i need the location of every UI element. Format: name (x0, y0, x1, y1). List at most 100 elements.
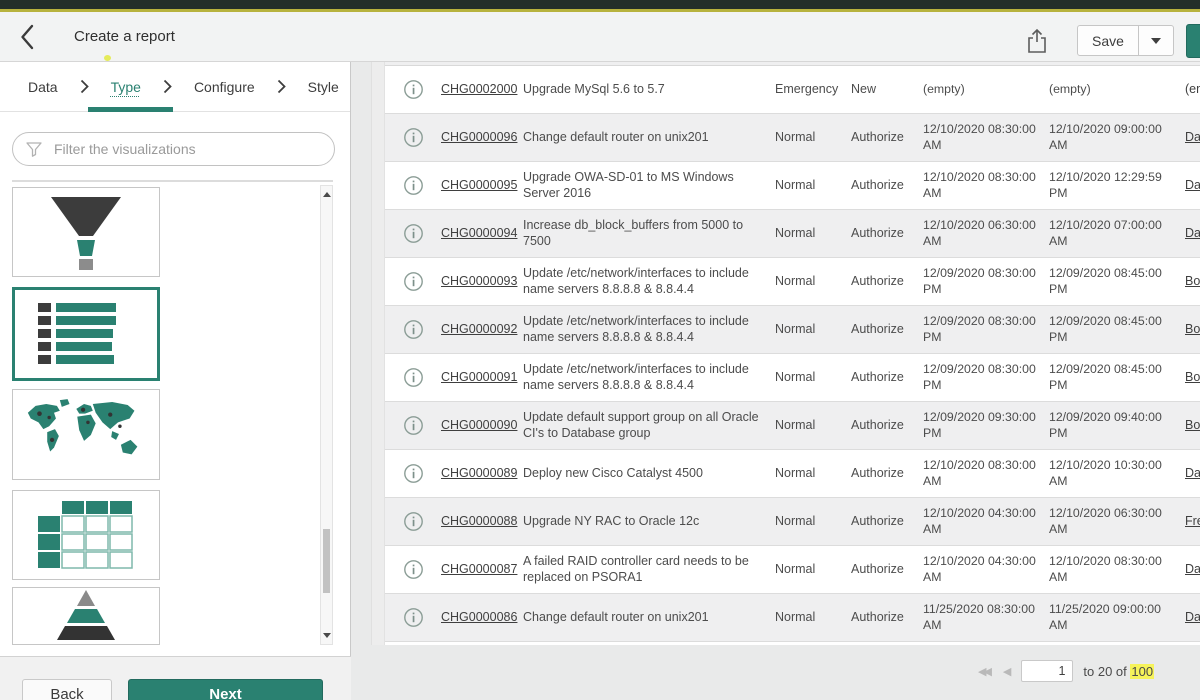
change-number-link[interactable]: CHG0000095 (441, 178, 517, 192)
wizard-footer: Back Next (0, 656, 351, 700)
short-description: Change default router on unix201 (523, 610, 775, 626)
planned-end-date: 11/25/2020 09:00:00 AM (1049, 602, 1185, 633)
short-description: Update /etc/network/interfaces to includ… (523, 362, 775, 393)
viz-thumbnail-funnel[interactable] (12, 187, 160, 277)
chevron-right-icon (277, 79, 286, 94)
save-button[interactable]: Save (1077, 25, 1139, 56)
planned-start-date: 12/10/2020 08:30:00 AM (923, 458, 1049, 489)
info-icon[interactable] (403, 463, 424, 484)
back-button[interactable]: Back (22, 679, 112, 700)
info-icon[interactable] (403, 127, 424, 148)
change-number-link[interactable]: CHG0000090 (441, 418, 517, 432)
save-dropdown-button[interactable] (1138, 25, 1174, 56)
list-chart-icon (34, 302, 138, 366)
assigned-to-link[interactable]: Dav (1185, 130, 1200, 144)
scrollbar-thumb[interactable] (323, 529, 330, 593)
table-row: CHG0000090 Update default support group … (385, 402, 1200, 450)
assigned-to-link[interactable]: Bow (1185, 370, 1200, 384)
planned-end-date: 12/10/2020 06:30:00 AM (1049, 506, 1185, 537)
assigned-to-link[interactable]: Bow (1185, 418, 1200, 432)
filter-funnel-icon (25, 140, 43, 158)
assigned-to-link[interactable]: Dav (1185, 562, 1200, 576)
change-number-link[interactable]: CHG0002000 (441, 82, 517, 96)
filter-visualizations-input[interactable] (52, 140, 334, 158)
viz-thumbnail-list[interactable] (12, 287, 160, 381)
short-description: A failed RAID controller card needs to b… (523, 554, 775, 585)
change-number-link[interactable]: CHG0000092 (441, 322, 517, 336)
table-row: CHG0000086 Change default router on unix… (385, 594, 1200, 642)
viz-list-scrollbar[interactable] (320, 185, 333, 645)
toolbar-teal-button[interactable] (1186, 24, 1200, 58)
info-icon[interactable] (403, 175, 424, 196)
priority-value: Normal (775, 130, 851, 146)
viz-thumbnail-pyramid[interactable] (12, 587, 160, 645)
pagination: ◀◀ ◀ to 20 of 100 (978, 656, 1193, 686)
back-arrow-icon[interactable] (20, 24, 35, 55)
cursor-highlight-dot (104, 55, 111, 61)
change-number-link[interactable]: CHG0000088 (441, 514, 517, 528)
change-number-link[interactable]: CHG0000091 (441, 370, 517, 384)
short-description: Change default router on unix201 (523, 130, 775, 146)
short-description: Deploy new Cisco Catalyst 4500 (523, 466, 775, 482)
priority-value: Normal (775, 610, 851, 626)
info-icon[interactable] (403, 367, 424, 388)
assigned-to-link[interactable]: Bow (1185, 322, 1200, 336)
change-number-link[interactable]: CHG0000093 (441, 274, 517, 288)
assigned-to-link[interactable]: Fre (1185, 514, 1200, 528)
table-row: CHG0000093 Update /etc/network/interface… (385, 258, 1200, 306)
info-icon[interactable] (403, 79, 424, 100)
step-style[interactable]: Style (308, 79, 339, 95)
planned-start-date: 12/10/2020 08:30:00 AM (923, 122, 1049, 153)
assigned-to-link[interactable]: Dav (1185, 466, 1200, 480)
assigned-to-link[interactable]: Bow (1185, 274, 1200, 288)
planned-end-date: 12/09/2020 08:45:00 PM (1049, 266, 1185, 297)
assigned-to-link[interactable]: Dav (1185, 178, 1200, 192)
share-export-icon[interactable] (1026, 28, 1050, 54)
create-report-screen: Create a report Save Data Type Configure… (0, 0, 1200, 700)
change-number-link[interactable]: CHG0000086 (441, 610, 517, 624)
active-step-indicator (88, 107, 173, 112)
state-value: Authorize (851, 466, 923, 482)
info-icon[interactable] (403, 319, 424, 340)
planned-start-date: 12/10/2020 04:30:00 AM (923, 554, 1049, 585)
assigned-to-link[interactable]: Dav (1185, 226, 1200, 240)
records-table: CHG0002000 Upgrade MySql 5.6 to 5.7 Emer… (385, 62, 1200, 645)
page-number-input[interactable] (1021, 660, 1073, 682)
viz-thumbnail-table[interactable] (12, 490, 160, 580)
scroll-down-icon[interactable] (323, 633, 331, 638)
planned-start-date: 12/10/2020 06:30:00 AM (923, 218, 1049, 249)
priority-value: Emergency (775, 82, 851, 98)
scroll-up-icon[interactable] (323, 192, 331, 197)
change-number-link[interactable]: CHG0000089 (441, 466, 517, 480)
step-configure[interactable]: Configure (194, 79, 255, 95)
planned-start-date: 12/09/2020 09:30:00 PM (923, 410, 1049, 441)
short-description: Upgrade NY RAC to Oracle 12c (523, 514, 775, 530)
planned-start-date: (empty) (923, 82, 1049, 97)
assigned-to-link[interactable]: Dav (1185, 610, 1200, 624)
short-description: Update default support group on all Orac… (523, 410, 775, 441)
priority-value: Normal (775, 514, 851, 530)
info-icon[interactable] (403, 223, 424, 244)
step-data[interactable]: Data (28, 79, 58, 95)
short-description: Update /etc/network/interfaces to includ… (523, 314, 775, 345)
step-type[interactable]: Type (111, 79, 141, 95)
planned-start-date: 12/09/2020 08:30:00 PM (923, 266, 1049, 297)
info-icon[interactable] (403, 607, 424, 628)
change-number-link[interactable]: CHG0000087 (441, 562, 517, 576)
state-value: Authorize (851, 418, 923, 434)
change-number-link[interactable]: CHG0000094 (441, 226, 517, 240)
change-number-link[interactable]: CHG0000096 (441, 130, 517, 144)
previous-page-icon[interactable]: ◀ (1003, 665, 1011, 678)
info-icon[interactable] (403, 415, 424, 436)
next-button[interactable]: Next (128, 679, 323, 700)
state-value: Authorize (851, 562, 923, 578)
viz-thumbnail-world-map[interactable] (12, 389, 160, 480)
first-page-icon[interactable]: ◀◀ (978, 665, 989, 678)
scrolled-thumbnail-edge (12, 180, 333, 182)
state-value: Authorize (851, 370, 923, 386)
info-icon[interactable] (403, 511, 424, 532)
info-icon[interactable] (403, 559, 424, 580)
range-text: to 20 of (1083, 664, 1126, 679)
info-icon[interactable] (403, 271, 424, 292)
planned-end-date: 12/10/2020 09:00:00 AM (1049, 122, 1185, 153)
